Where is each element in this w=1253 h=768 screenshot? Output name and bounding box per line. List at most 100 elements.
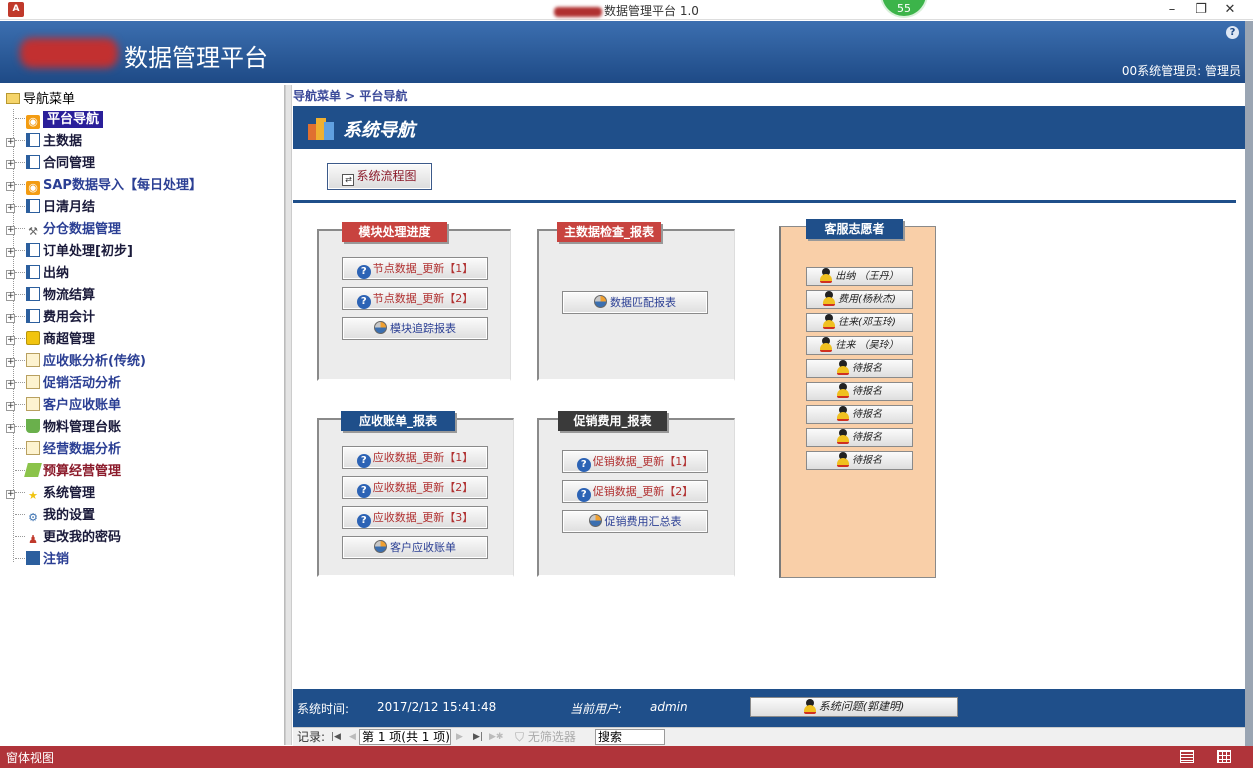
tree-root[interactable]: 导航菜单 <box>6 91 75 109</box>
window-title: 数据管理平台 1.0 <box>0 2 1253 19</box>
tree-item[interactable]: + 订单处理[初步] <box>6 242 133 262</box>
customer-receivable-bill-button[interactable]: 客户应收账单 <box>342 536 488 559</box>
tree-item[interactable]: 经营数据分析 <box>6 440 121 460</box>
expand-icon[interactable]: + <box>6 292 15 301</box>
pane-splitter[interactable] <box>285 85 292 745</box>
new-record-button[interactable]: ▶✱ <box>489 730 503 745</box>
volunteer-button[interactable]: 往来(邓玉玲) <box>806 313 913 332</box>
expand-icon[interactable]: + <box>6 314 15 323</box>
expand-icon[interactable]: + <box>6 380 15 389</box>
system-issue-button[interactable]: 系统问题(郭建明) <box>750 697 958 717</box>
tree-root-label: 导航菜单 <box>23 92 76 107</box>
promo-update-2-button[interactable]: ? 促销数据_更新【2】 <box>562 480 708 503</box>
book-icon <box>26 243 40 257</box>
module-tracking-report-button[interactable]: 模块追踪报表 <box>342 317 488 340</box>
help-icon[interactable]: ? <box>1226 26 1239 39</box>
tree-item[interactable]: 预算经营管理 <box>6 462 121 482</box>
tree-item[interactable]: + ⚒ 分仓数据管理 <box>6 220 121 240</box>
flowchart-icon: ⇄ <box>342 174 355 186</box>
cubes-icon <box>308 116 334 140</box>
penguin-icon <box>823 314 836 329</box>
first-record-button[interactable]: |◀ <box>331 730 341 745</box>
last-record-button[interactable]: ▶| <box>473 730 483 745</box>
tree-item[interactable]: + 主数据 <box>6 132 82 152</box>
promo-summary-button[interactable]: 促销费用汇总表 <box>562 510 708 533</box>
right-scroll-strip <box>1245 21 1253 746</box>
tree-item-label: 系统管理 <box>43 486 96 501</box>
previous-record-button[interactable]: ◀ <box>349 730 356 745</box>
tree-item-label: 注销 <box>43 552 70 567</box>
expand-icon[interactable]: + <box>6 182 15 191</box>
current-user-label: 00系统管理员: 管理员 <box>1121 64 1241 78</box>
volunteer-button[interactable]: 待报名 <box>806 359 913 378</box>
expand-icon[interactable]: + <box>6 358 15 367</box>
rss-icon: ◉ <box>26 115 40 129</box>
redacted-company-logo <box>20 38 118 68</box>
tree-item[interactable]: + 促销活动分析 <box>6 374 121 394</box>
tree-item[interactable]: + 客户应收账单 <box>6 396 121 416</box>
tree-item[interactable]: ♟ 更改我的密码 <box>6 528 121 548</box>
expand-icon[interactable]: + <box>6 270 15 279</box>
close-button[interactable]: ✕ <box>1221 1 1239 19</box>
receivable-update-2-button[interactable]: ? 应收数据_更新【2】 <box>342 476 488 499</box>
expand-icon[interactable]: + <box>6 490 15 499</box>
tree-item[interactable]: + 出纳 <box>6 264 69 284</box>
expand-icon[interactable]: + <box>6 248 15 257</box>
expand-icon[interactable]: + <box>6 138 15 147</box>
node-data-update-1-button[interactable]: ? 节点数据_更新【1】 <box>342 257 488 280</box>
minimize-button[interactable]: – <box>1163 1 1181 19</box>
tree-item[interactable]: + 物料管理台账 <box>6 418 121 438</box>
volunteers-title: 客服志愿者 <box>806 219 903 239</box>
receivable-update-1-button[interactable]: ? 应收数据_更新【1】 <box>342 446 488 469</box>
next-record-button[interactable]: ▶ <box>456 730 463 745</box>
filter-toggle[interactable]: ⛉ 无筛选器 <box>515 730 576 745</box>
volunteer-button[interactable]: 往来 （吴玲） <box>806 336 913 355</box>
data-match-report-button[interactable]: 数据匹配报表 <box>562 291 708 314</box>
help-question-icon: ? <box>576 488 591 502</box>
volunteer-button[interactable]: 出纳 （王丹） <box>806 267 913 286</box>
system-time-label: 系统时间: <box>297 702 350 716</box>
tree-item[interactable]: + 费用会计 <box>6 308 95 328</box>
datasheet-view-icon[interactable] <box>1217 750 1231 763</box>
pie-chart-icon <box>374 540 387 553</box>
volunteer-button[interactable]: 待报名 <box>806 428 913 447</box>
expand-icon[interactable]: + <box>6 226 15 235</box>
promo-update-1-button[interactable]: ? 促销数据_更新【1】 <box>562 450 708 473</box>
tree-item[interactable]: + 日清月结 <box>6 198 95 218</box>
system-time-value: 2017/2/12 15:41:48 <box>377 700 497 714</box>
tree-item[interactable]: + ★ 系统管理 <box>6 484 95 504</box>
tree-item[interactable]: ◉ 平台导航 <box>6 110 104 130</box>
tree-item-label: 商超管理 <box>43 332 96 347</box>
tree-item[interactable]: + ◉ SAP数据导入【每日处理】 <box>6 176 202 196</box>
section-header: 系统导航 <box>293 106 1245 149</box>
search-input[interactable]: 搜索 <box>595 729 665 745</box>
restore-button[interactable]: ❐ <box>1192 1 1210 19</box>
expand-icon[interactable]: + <box>6 402 15 411</box>
navigation-tree: 导航菜单 ◉ 平台导航 + 主数据 + 合同管理 + ◉ SAP数据导入【每日处理】 + 日清月结 +… <box>0 85 285 745</box>
volunteer-button[interactable]: 费用(杨秋杰) <box>806 290 913 309</box>
tree-item[interactable]: + 商超管理 <box>6 330 95 350</box>
node-data-update-2-button[interactable]: ? 节点数据_更新【2】 <box>342 287 488 310</box>
tree-item[interactable]: + 应收账分析(传统) <box>6 352 146 372</box>
volunteer-button[interactable]: 待报名 <box>806 405 913 424</box>
penguin-icon <box>837 360 849 375</box>
expand-icon[interactable]: + <box>6 424 15 433</box>
folder-open-icon <box>6 93 20 104</box>
form-view-icon[interactable] <box>1180 750 1194 763</box>
expand-icon[interactable]: + <box>6 336 15 345</box>
tree-connector <box>15 492 25 493</box>
system-flowchart-button[interactable]: ⇄ 系统流程图 <box>327 163 432 190</box>
volunteer-button[interactable]: 待报名 <box>806 382 913 401</box>
tree-item-label: 出纳 <box>43 266 70 281</box>
record-position-field[interactable]: 第 1 项(共 1 项) <box>359 729 451 745</box>
receivable-update-3-button[interactable]: ? 应收数据_更新【3】 <box>342 506 488 529</box>
tree-item[interactable]: 注销 <box>6 550 69 570</box>
expand-icon[interactable]: + <box>6 160 15 169</box>
tree-item[interactable]: ⚙ 我的设置 <box>6 506 95 526</box>
tree-item[interactable]: + 物流结算 <box>6 286 95 306</box>
expand-icon[interactable]: + <box>6 204 15 213</box>
tree-item[interactable]: + 合同管理 <box>6 154 95 174</box>
volunteer-button[interactable]: 待报名 <box>806 451 913 470</box>
help-question-icon: ? <box>356 514 371 528</box>
